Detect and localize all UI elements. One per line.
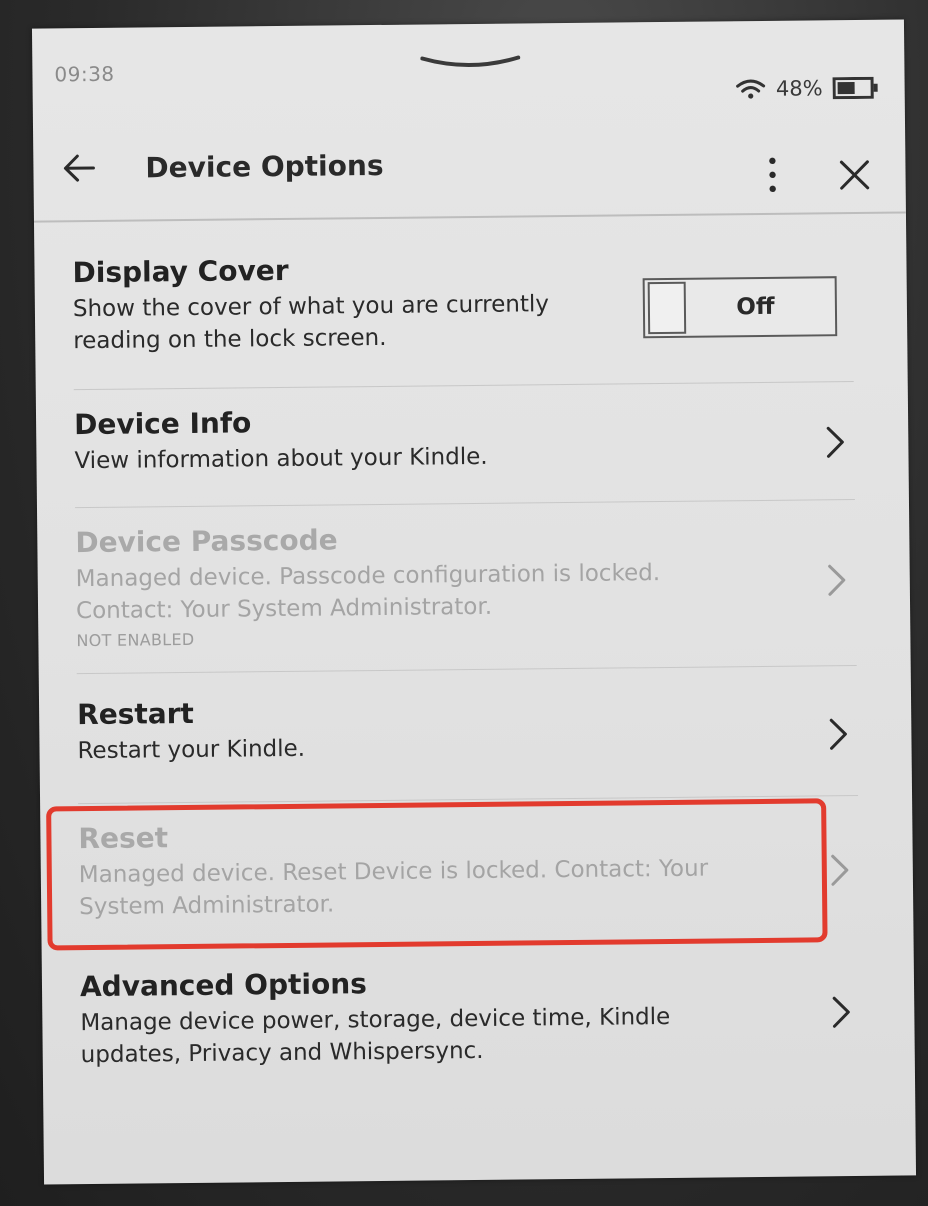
back-arrow-icon[interactable] bbox=[61, 150, 97, 186]
row-description: Managed device. Reset Device is locked. … bbox=[78, 855, 709, 921]
row-description: Show the cover of what you are currently… bbox=[72, 291, 550, 355]
chevron-right-icon bbox=[826, 426, 844, 458]
chevron-right-icon bbox=[831, 854, 849, 886]
toggle-state-label: Off bbox=[736, 293, 775, 321]
app-header: Device Options bbox=[33, 127, 906, 223]
setting-restart[interactable]: Restart Restart your Kindle. bbox=[76, 665, 859, 805]
setting-display-cover: Display Cover Show the cover of what you… bbox=[72, 232, 854, 391]
row-title: Device Info bbox=[73, 406, 252, 442]
row-title: Device Passcode bbox=[75, 523, 338, 560]
settings-list: Display Cover Show the cover of what you… bbox=[72, 232, 861, 1098]
chevron-right-icon bbox=[828, 564, 846, 596]
row-description: Restart your Kindle. bbox=[77, 735, 306, 765]
battery-icon bbox=[832, 76, 878, 100]
row-title: Advanced Options bbox=[79, 967, 368, 1004]
battery-percent: 48% bbox=[775, 76, 823, 101]
row-title: Restart bbox=[76, 696, 195, 732]
wifi-icon bbox=[736, 79, 766, 99]
page-title: Device Options bbox=[145, 148, 384, 185]
setting-reset[interactable]: Reset Managed device. Reset Device is lo… bbox=[78, 796, 859, 948]
setting-advanced-options[interactable]: Advanced Options Manage device power, st… bbox=[80, 940, 862, 1098]
chevron-right-icon bbox=[829, 718, 847, 750]
row-status: NOT ENABLED bbox=[76, 629, 195, 651]
more-options-icon[interactable] bbox=[761, 155, 783, 195]
toggle-knob bbox=[647, 281, 687, 335]
chevron-right-icon bbox=[832, 996, 850, 1028]
kindle-screen: 09:38 48% Device Options Display Cover S… bbox=[31, 19, 917, 1185]
row-title: Reset bbox=[78, 821, 169, 856]
pull-down-handle-icon[interactable] bbox=[420, 53, 521, 74]
setting-device-info[interactable]: Device Info View information about your … bbox=[73, 382, 855, 509]
display-cover-toggle[interactable]: Off bbox=[642, 276, 838, 339]
row-description: Managed device. Passcode configuration i… bbox=[75, 560, 661, 625]
setting-device-passcode[interactable]: Device Passcode Managed device. Passcode… bbox=[74, 500, 857, 675]
status-time: 09:38 bbox=[54, 61, 115, 87]
status-bar-right: 48% bbox=[736, 76, 879, 101]
row-description: View information about your Kindle. bbox=[74, 443, 488, 475]
row-description: Manage device power, storage, device tim… bbox=[80, 1003, 671, 1069]
close-icon[interactable] bbox=[837, 158, 871, 192]
